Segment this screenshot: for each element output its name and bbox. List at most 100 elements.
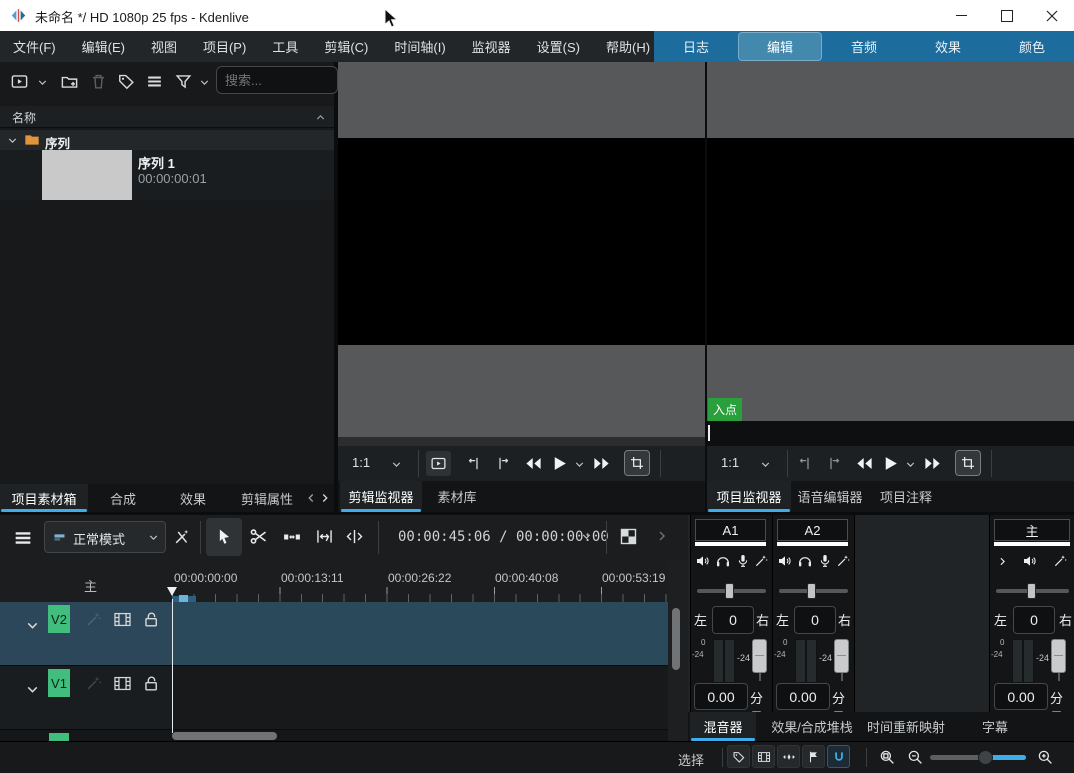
track-thumbnails-icon[interactable] [113,610,132,629]
snap-toggle-button[interactable] [827,745,850,768]
tab-mixer[interactable]: 混音器 [690,712,756,741]
mark-out-icon[interactable] [494,455,511,472]
tab-project-notes[interactable]: 项目注释 [869,481,943,512]
rewind-icon[interactable] [855,454,874,473]
tab-scroll-left-icon[interactable] [304,491,318,505]
bin-name-header[interactable]: 名称 [0,106,334,128]
title-bar[interactable]: 未命名 */ HD 1080p 25 fps - Kdenlive [0,0,1074,31]
pan-slider-handle[interactable] [725,583,734,599]
timeline-horizontal-scrollbar[interactable] [172,732,277,740]
menu-file[interactable]: 文件(F) [0,37,69,56]
clip-monitor-frame[interactable] [338,138,705,345]
zone-mode-button[interactable] [624,450,650,476]
project-monitor-frame[interactable] [707,138,1074,345]
select-tool-button[interactable] [206,518,242,556]
delete-icon[interactable] [89,72,108,91]
track-lane-v2[interactable] [172,602,668,665]
track-badge[interactable]: V1 [48,669,70,697]
tag-icon[interactable] [117,72,136,91]
volume-fader-handle[interactable] [1051,639,1066,673]
track-effects-icon[interactable] [84,674,103,693]
record-mic-icon[interactable] [817,553,833,569]
layout-tab-effects[interactable]: 效果 [906,31,990,62]
zoom-slider-handle[interactable] [978,750,993,765]
mixed-audio-video-icon[interactable] [172,527,192,547]
record-mic-icon[interactable] [735,553,751,569]
track-collapse-icon[interactable] [24,617,41,634]
zone-mode-button[interactable] [955,450,981,476]
zoom-in-icon[interactable] [1036,748,1054,766]
track-lane-v1[interactable] [172,666,668,729]
monitor-headphones-icon[interactable] [797,553,813,569]
timeline-ruler[interactable]: 主 00:00:00:00 00:00:13:11 00:00:26:22 00… [0,560,688,602]
audio-thumbnails-button[interactable] [777,745,800,768]
track-lock-icon[interactable] [142,674,161,693]
menu-tools[interactable]: 工具 [259,37,311,56]
tab-effects[interactable]: 效果 [158,484,228,512]
collapse-header-icon[interactable] [314,111,327,124]
menu-help[interactable]: 帮助(H) [593,37,663,56]
bin-clip-row[interactable]: 序列 1 00:00:00:01 [0,150,334,200]
track-effects-icon[interactable] [84,610,103,629]
timeline-menu-icon[interactable] [12,527,34,549]
track-lock-icon[interactable] [142,610,161,629]
volume-value-box[interactable]: 0.00 [694,683,748,710]
timeline-zoom-slider[interactable] [930,755,1026,760]
layout-tab-color[interactable]: 颜色 [990,31,1074,62]
mark-in-icon[interactable] [466,455,483,472]
clip-monitor-seekbar[interactable] [338,437,705,446]
menu-view[interactable]: 视图 [138,37,190,56]
bin-menu-icon[interactable] [145,72,164,91]
tab-subtitles[interactable]: 字幕 [950,712,1040,741]
monitor-zoom-level[interactable]: 1:1 [721,455,739,470]
play-dropdown-icon[interactable] [573,458,586,471]
filter-icon[interactable] [174,72,193,91]
track-collapse-icon[interactable] [24,681,41,698]
channel-effects-icon[interactable] [753,553,769,569]
channel-label-box[interactable]: A1 [695,519,766,541]
play-icon[interactable] [881,454,900,473]
add-clip-icon[interactable] [10,72,29,91]
search-input[interactable] [216,66,338,94]
mute-icon[interactable] [1022,553,1038,569]
tab-clip-properties[interactable]: 剪辑属性 [228,484,306,512]
channel-effects-icon[interactable] [835,553,851,569]
project-monitor-seekbar[interactable] [707,421,1074,446]
playhead-marker[interactable] [167,587,177,596]
slip-tool-icon[interactable] [344,526,365,547]
maximize-button[interactable] [984,0,1030,31]
track-header-v2[interactable]: V2 [0,602,172,665]
forward-icon[interactable] [592,454,611,473]
layout-tab-editing[interactable]: 编辑 [738,32,822,61]
create-folder-icon[interactable] [60,72,79,91]
mark-out-icon[interactable] [825,455,842,472]
tab-effect-stack[interactable]: 效果/合成堆栈 [762,712,862,741]
zoom-dropdown-icon[interactable] [759,458,772,471]
track-row-v1[interactable]: V1 [0,666,668,730]
ripple-tool-icon[interactable] [314,526,335,547]
track-header-v1[interactable]: V1 [0,666,172,729]
channel-label-box[interactable]: 主 [994,519,1070,541]
rewind-icon[interactable] [524,454,543,473]
tab-time-remap[interactable]: 时间重新映射 [864,712,948,741]
spacer-tool-icon[interactable] [282,527,302,547]
layout-tab-audio[interactable]: 音频 [822,31,906,62]
close-button[interactable] [1030,0,1074,31]
menu-edit[interactable]: 编辑(E) [69,37,138,56]
menu-clip[interactable]: 剪辑(C) [311,37,381,56]
timeline-timecode[interactable]: 00:00:45:06 / 00:00:00:00 [398,529,609,545]
video-thumbnails-button[interactable] [752,745,775,768]
edit-mode-dropdown[interactable]: 正常模式 [44,521,166,553]
monitor-headphones-icon[interactable] [715,553,731,569]
pan-value-box[interactable]: 0 [794,606,836,634]
timecode-dropdown-icon[interactable] [580,530,593,543]
zoom-fit-icon[interactable] [878,748,896,766]
mark-in-icon[interactable] [797,455,814,472]
menu-monitor[interactable]: 监视器 [459,37,524,56]
zoom-dropdown-icon[interactable] [390,458,403,471]
timeline-vertical-scrollbar[interactable] [672,608,680,670]
channel-effects-icon[interactable] [1052,553,1068,569]
track-badge[interactable]: V2 [48,605,70,633]
seekbar-playhead[interactable] [708,425,710,441]
show-flags-button[interactable] [802,745,825,768]
